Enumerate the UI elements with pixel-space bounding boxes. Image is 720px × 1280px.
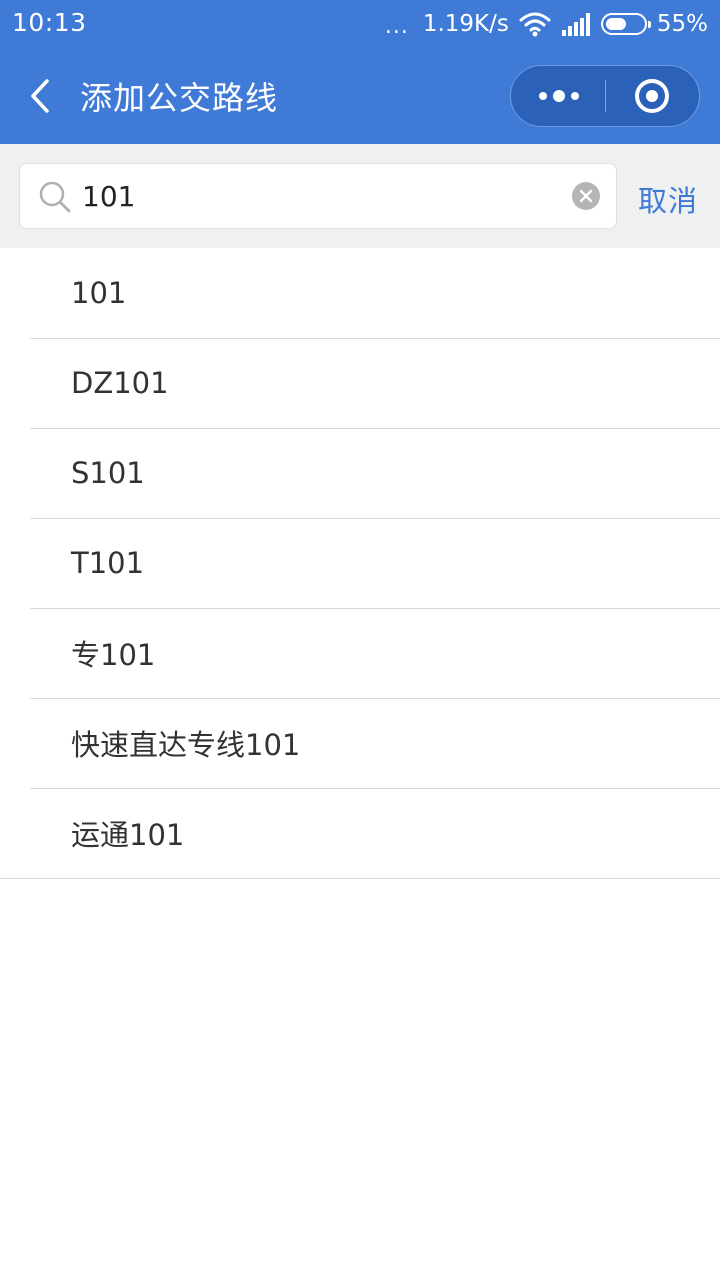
battery-fill <box>605 18 626 30</box>
result-item[interactable]: T101 <box>0 518 720 608</box>
chevron-left-icon <box>31 79 49 113</box>
screen: 10:13 ... 1.19K/s 55% 添加公交路线 101 取消 101 … <box>0 0 720 1280</box>
status-bar: 10:13 ... 1.19K/s 55% <box>0 0 720 48</box>
clear-icon <box>579 189 593 203</box>
search-area: 取消 <box>0 144 720 248</box>
result-item[interactable]: 运通101 <box>0 788 720 878</box>
search-box[interactable] <box>19 163 617 229</box>
network-speed: 1.19K/s <box>422 11 509 37</box>
results-list: 101 DZ101 S101 T101 专101 快速直达专线101 运通101 <box>0 248 720 879</box>
result-item[interactable]: DZ101 <box>0 338 720 428</box>
status-indicators: ... 1.19K/s 55% <box>385 0 708 48</box>
close-button[interactable] <box>604 66 699 126</box>
status-time: 10:13 <box>12 8 87 37</box>
result-item[interactable]: 专101 <box>0 608 720 698</box>
page-title: 添加公交路线 <box>80 79 279 117</box>
mini-program-capsule <box>510 65 700 127</box>
wifi-icon <box>519 12 551 37</box>
battery-percent: 55% <box>656 11 708 37</box>
clear-button[interactable] <box>572 182 600 210</box>
nav-bar: 添加公交路线 <box>0 48 720 144</box>
search-input[interactable] <box>82 164 562 228</box>
status-dots: ... <box>384 13 409 39</box>
result-item[interactable]: S101 <box>0 428 720 518</box>
battery-tip <box>647 21 651 28</box>
back-button[interactable] <box>18 72 62 120</box>
cancel-button[interactable]: 取消 <box>638 178 698 220</box>
battery-icon <box>600 13 651 35</box>
signal-icon <box>561 13 590 36</box>
result-item[interactable]: 快速直达专线101 <box>0 698 720 788</box>
search-icon <box>39 181 71 213</box>
more-button[interactable] <box>511 66 606 126</box>
result-item[interactable]: 101 <box>0 248 720 338</box>
close-target-icon <box>634 79 669 113</box>
more-dots-icon <box>538 90 579 102</box>
